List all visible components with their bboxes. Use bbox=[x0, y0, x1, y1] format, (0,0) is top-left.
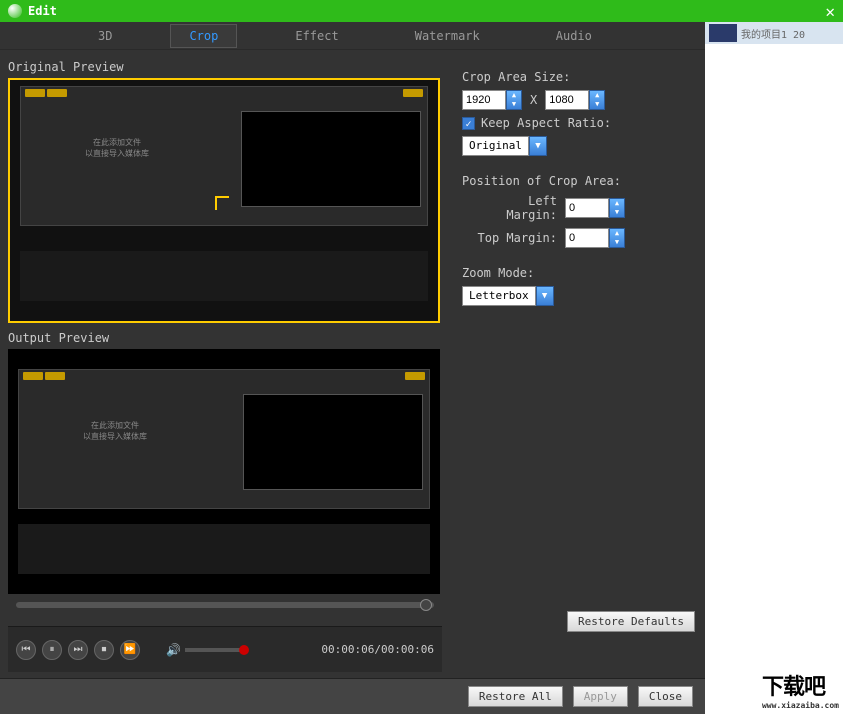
top-margin-input[interactable]: ▲▼ bbox=[565, 228, 625, 248]
seek-bar-row bbox=[8, 598, 442, 612]
stepper-icon[interactable]: ▲▼ bbox=[589, 90, 605, 110]
stepper-icon[interactable]: ▲▼ bbox=[609, 198, 625, 218]
stepper-icon[interactable]: ▲▼ bbox=[609, 228, 625, 248]
left-margin-input[interactable]: ▲▼ bbox=[565, 198, 625, 218]
crop-height-input[interactable]: ▲▼ bbox=[545, 90, 605, 110]
project-thumbnail bbox=[709, 24, 737, 42]
timecode: 00:00:06/00:00:06 bbox=[321, 643, 434, 656]
tab-3d[interactable]: 3D bbox=[80, 25, 130, 47]
output-preview: 在此添加文件 以直接导入媒体库 bbox=[8, 349, 440, 594]
stop-button[interactable]: ⏹ bbox=[94, 640, 114, 660]
side-panel: 我的项目1 20 下载吧 www.xiazaiba.com bbox=[705, 22, 843, 714]
tab-watermark[interactable]: Watermark bbox=[397, 25, 498, 47]
keep-ratio-label: Keep Aspect Ratio: bbox=[481, 116, 611, 130]
tab-bar: 3D Crop Effect Watermark Audio bbox=[0, 22, 705, 50]
apply-button[interactable]: Apply bbox=[573, 686, 628, 707]
next-button[interactable]: ⏭ bbox=[68, 640, 88, 660]
tab-crop[interactable]: Crop bbox=[170, 24, 237, 48]
crop-size-label: Crop Area Size: bbox=[462, 70, 693, 84]
forward-button[interactable]: ⏩ bbox=[120, 640, 140, 660]
watermark-logo: 下载吧 www.xiazaiba.com bbox=[762, 669, 839, 710]
pause-button[interactable]: ⏸ bbox=[42, 640, 62, 660]
position-label: Position of Crop Area: bbox=[462, 174, 693, 188]
settings-panel: Crop Area Size: ▲▼ X ▲▼ ✓ Keep Aspect Ra… bbox=[450, 50, 705, 678]
restore-defaults-button[interactable]: Restore Defaults bbox=[567, 611, 695, 632]
keep-ratio-checkbox[interactable]: ✓ bbox=[462, 117, 475, 130]
seek-bar[interactable] bbox=[16, 602, 434, 608]
top-margin-label: Top Margin: bbox=[472, 231, 557, 245]
volume-slider[interactable] bbox=[185, 648, 245, 652]
crop-handle-icon[interactable] bbox=[215, 196, 229, 210]
close-button[interactable]: Close bbox=[638, 686, 693, 707]
app-icon bbox=[8, 4, 22, 18]
project-item[interactable]: 我的项目1 20 bbox=[705, 22, 843, 44]
crop-width-input[interactable]: ▲▼ bbox=[462, 90, 522, 110]
window-title: Edit bbox=[28, 4, 825, 18]
chevron-down-icon[interactable]: ▼ bbox=[529, 136, 547, 156]
original-preview-label: Original Preview bbox=[8, 60, 442, 74]
stepper-icon[interactable]: ▲▼ bbox=[506, 90, 522, 110]
tab-audio[interactable]: Audio bbox=[538, 25, 610, 47]
original-preview[interactable]: 在此添加文件 以直接导入媒体库 bbox=[8, 78, 440, 323]
chevron-down-icon[interactable]: ▼ bbox=[536, 286, 554, 306]
output-preview-label: Output Preview bbox=[8, 331, 442, 345]
tab-effect[interactable]: Effect bbox=[277, 25, 356, 47]
titlebar: Edit ✕ bbox=[0, 0, 843, 22]
restore-all-button[interactable]: Restore All bbox=[468, 686, 563, 707]
left-margin-label: Left Margin: bbox=[472, 194, 557, 222]
volume-icon[interactable]: 🔊 bbox=[166, 643, 181, 657]
zoom-select[interactable]: Letterbox ▼ bbox=[462, 286, 554, 306]
ratio-select[interactable]: Original ▼ bbox=[462, 136, 547, 156]
prev-button[interactable]: ⏮ bbox=[16, 640, 36, 660]
close-icon[interactable]: ✕ bbox=[825, 2, 835, 21]
seek-handle-icon[interactable] bbox=[420, 599, 432, 611]
playback-controls: ⏮ ⏸ ⏭ ⏹ ⏩ 🔊 00:00:06/00:00:06 bbox=[8, 626, 442, 672]
zoom-label: Zoom Mode: bbox=[462, 266, 693, 280]
footer: Restore All Apply Close bbox=[0, 678, 705, 714]
